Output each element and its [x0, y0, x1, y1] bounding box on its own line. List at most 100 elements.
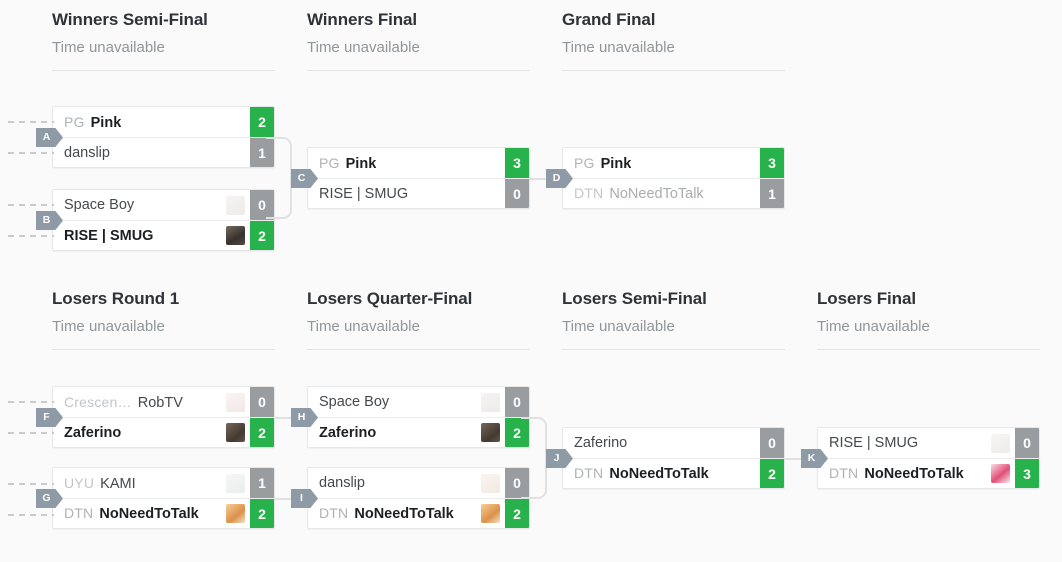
match-slot[interactable]: Crescen… RobTV 0 — [53, 387, 274, 417]
round-time: Time unavailable — [52, 39, 165, 56]
competitor-name-wrap: danslip — [53, 145, 250, 161]
match-b[interactable]: Space Boy 0 RISE | SMUG 2 — [52, 189, 275, 251]
match-g[interactable]: UYU KAMI 1 DTN NoNeedToTalk 2 — [52, 467, 275, 529]
player-avatar-icon — [991, 433, 1010, 453]
round-time: Time unavailable — [307, 318, 420, 335]
match-slot[interactable]: RISE | SMUG 0 — [818, 428, 1039, 458]
round-divider — [562, 349, 785, 350]
match-slot[interactable]: Space Boy 0 — [308, 387, 529, 417]
match-k[interactable]: RISE | SMUG 0 DTN NoNeedToTalk 3 — [817, 427, 1040, 489]
match-letter: G — [42, 492, 51, 505]
match-slot[interactable]: Space Boy 0 — [53, 190, 274, 220]
round-title: Losers Final — [817, 289, 916, 308]
match-h[interactable]: Space Boy 0 Zaferino 2 — [307, 386, 530, 448]
match-d[interactable]: PG Pink 3 DTN NoNeedToTalk 1 — [562, 147, 785, 209]
match-slot[interactable]: Zaferino 2 — [53, 417, 274, 447]
match-c[interactable]: PG Pink 3 RISE | SMUG 0 — [307, 147, 530, 209]
match-slot[interactable]: PG Pink 3 — [308, 148, 529, 178]
round-time: Time unavailable — [307, 39, 420, 56]
match-slot[interactable]: DTN NoNeedToTalk 2 — [53, 498, 274, 528]
competitor-name: Pink — [345, 155, 377, 172]
connector-hi-to-j — [521, 417, 547, 499]
player-avatar-icon — [481, 473, 500, 493]
feed-line-b-top — [8, 204, 54, 206]
competitor-name: RISE | SMUG — [829, 435, 919, 451]
competitor-name: NoNeedToTalk — [864, 466, 964, 482]
score-value: 0 — [505, 387, 529, 417]
match-slot[interactable]: PG Pink 3 — [563, 148, 784, 178]
bracket-canvas: Winners Semi-Final Time unavailable Winn… — [0, 0, 1062, 562]
team-prefix: PG — [574, 154, 595, 171]
score-value: 1 — [250, 468, 274, 498]
competitor-name: Zaferino — [319, 424, 377, 441]
team-prefix: DTN — [319, 505, 349, 521]
competitor-name: Pink — [90, 114, 122, 131]
competitor-name: RISE | SMUG — [319, 185, 409, 202]
player-avatar-icon — [226, 392, 245, 412]
competitor-name-wrap: RISE | SMUG — [53, 228, 226, 244]
player-avatar-icon — [226, 473, 245, 493]
competitor-name: Pink — [600, 155, 632, 172]
match-letter: K — [807, 452, 816, 465]
round-header-losers-final: Losers Final Time unavailable — [817, 289, 1040, 350]
competitor-name: Space Boy — [319, 394, 390, 410]
match-slot[interactable]: DTN NoNeedToTalk 2 — [308, 498, 529, 528]
match-slot[interactable]: danslip 0 — [308, 468, 529, 498]
match-slot[interactable]: PG Pink 2 — [53, 107, 274, 137]
match-a[interactable]: PG Pink 2 danslip 1 — [52, 106, 275, 168]
match-i[interactable]: danslip 0 DTN NoNeedToTalk 2 — [307, 467, 530, 529]
round-time: Time unavailable — [562, 39, 675, 56]
player-avatar-icon — [481, 504, 500, 523]
competitor-name: Space Boy — [64, 197, 135, 213]
score-value: 2 — [250, 107, 274, 137]
score-value: 2 — [250, 221, 274, 250]
team-prefix: PG — [319, 154, 340, 171]
round-title: Losers Quarter-Final — [307, 289, 473, 308]
score-value: 2 — [250, 499, 274, 528]
competitor-name-wrap: RISE | SMUG — [308, 186, 505, 202]
match-slot[interactable]: RISE | SMUG 0 — [308, 178, 529, 208]
competitor-name-wrap: Crescen… RobTV — [53, 394, 226, 411]
feed-line-b-bottom — [8, 235, 54, 237]
competitor-name: danslip — [319, 475, 365, 491]
match-slot[interactable]: DTN NoNeedToTalk 2 — [563, 458, 784, 488]
competitor-name: NoNeedToTalk — [609, 466, 709, 482]
round-header-grand-final: Grand Final Time unavailable — [562, 10, 785, 71]
competitor-name-wrap: DTN NoNeedToTalk — [563, 185, 760, 202]
competitor-name-wrap: Space Boy — [53, 197, 226, 213]
competitor-name-wrap: Zaferino — [563, 435, 760, 451]
competitor-name-wrap: DTN NoNeedToTalk — [308, 505, 481, 522]
score-value: 3 — [505, 148, 529, 178]
competitor-name: NoNeedToTalk — [354, 506, 454, 522]
round-divider — [52, 70, 275, 71]
player-avatar-icon — [226, 195, 245, 215]
round-divider — [307, 70, 530, 71]
score-value: 0 — [505, 179, 529, 208]
match-slot[interactable]: Zaferino 2 — [308, 417, 529, 447]
match-j[interactable]: Zaferino 0 DTN NoNeedToTalk 2 — [562, 427, 785, 489]
feed-line-a-bottom — [8, 152, 54, 154]
competitor-name: NoNeedToTalk — [609, 186, 704, 202]
match-slot[interactable]: DTN NoNeedToTalk 3 — [818, 458, 1039, 488]
round-header-losers-quarter-final: Losers Quarter-Final Time unavailable — [307, 289, 530, 350]
match-f[interactable]: Crescen… RobTV 0 Zaferino 2 — [52, 386, 275, 448]
competitor-name-wrap: PG Pink — [308, 155, 505, 172]
score-value: 2 — [250, 418, 274, 447]
match-letter: C — [297, 172, 306, 185]
match-slot[interactable]: DTN NoNeedToTalk 1 — [563, 178, 784, 208]
competitor-name: KAMI — [100, 475, 136, 492]
match-slot[interactable]: danslip 1 — [53, 137, 274, 167]
score-value: 2 — [760, 459, 784, 488]
match-slot[interactable]: RISE | SMUG 2 — [53, 220, 274, 250]
round-header-losers-round-1: Losers Round 1 Time unavailable — [52, 289, 275, 350]
match-slot[interactable]: Zaferino 0 — [563, 428, 784, 458]
team-prefix: UYU — [64, 474, 95, 491]
competitor-name-wrap: Zaferino — [53, 425, 226, 441]
match-letter: J — [553, 452, 560, 465]
round-time: Time unavailable — [52, 318, 165, 335]
match-slot[interactable]: UYU KAMI 1 — [53, 468, 274, 498]
team-prefix: PG — [64, 113, 85, 130]
competitor-name: danslip — [64, 144, 110, 161]
feed-line-g-bottom — [8, 514, 54, 516]
match-letter: B — [42, 214, 51, 227]
